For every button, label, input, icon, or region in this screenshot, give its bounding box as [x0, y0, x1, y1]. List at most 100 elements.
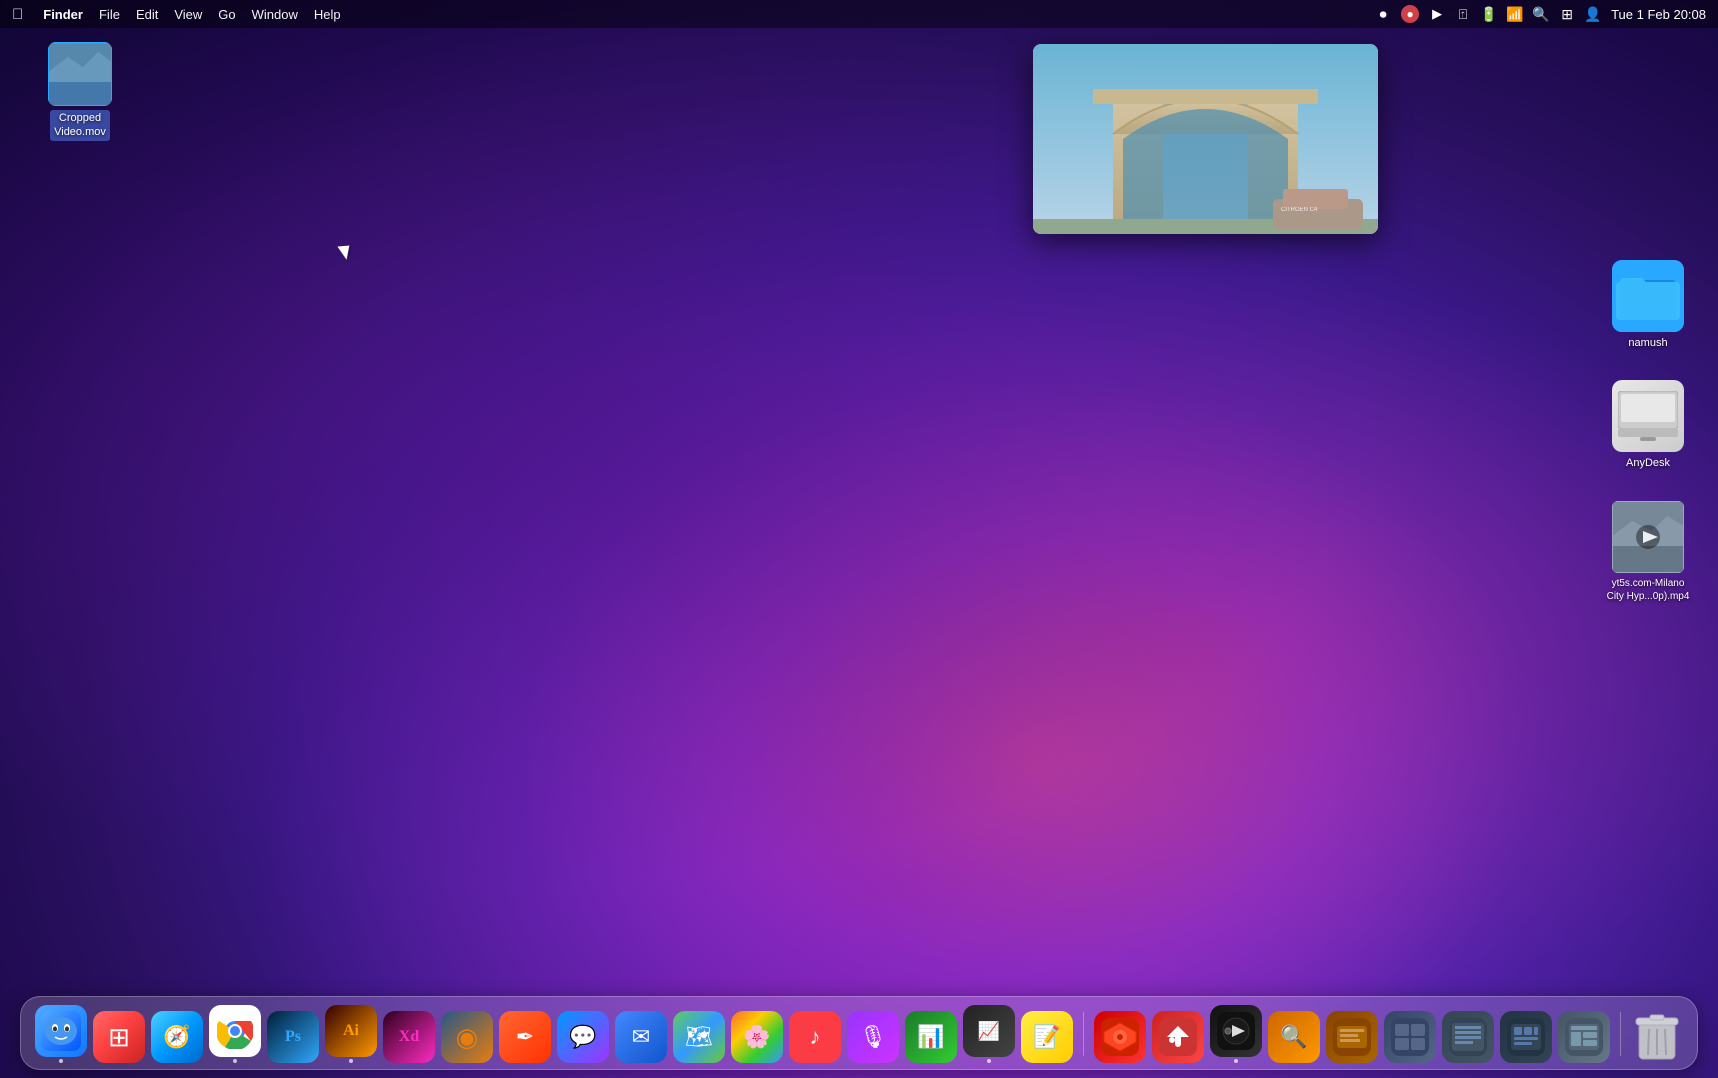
- dock-chrome[interactable]: [209, 1005, 261, 1063]
- finalcut-dot: [1234, 1059, 1238, 1063]
- activity-dot: [987, 1059, 991, 1063]
- dock-photos[interactable]: 🌸: [731, 1011, 783, 1063]
- record-icon[interactable]: ⏺: [1375, 6, 1391, 22]
- dock-blender[interactable]: ◉: [441, 1011, 493, 1063]
- controlcenter-icon[interactable]: ⊞: [1559, 6, 1575, 22]
- dock-util3[interactable]: [1442, 1011, 1494, 1063]
- namush-icon[interactable]: namush: [1598, 260, 1698, 350]
- screenrecord-icon[interactable]: ●: [1401, 5, 1419, 23]
- video-thumb-art: [48, 42, 112, 106]
- menubar-app-name[interactable]: Finder: [43, 7, 83, 22]
- menubar-view[interactable]: View: [174, 7, 202, 22]
- proxyman-app-icon: 🔍: [1268, 1011, 1320, 1063]
- dock-git[interactable]: [1152, 1011, 1204, 1063]
- dock-trash[interactable]: [1631, 1011, 1683, 1063]
- dock-xd[interactable]: Xd: [383, 1011, 435, 1063]
- dock-util1[interactable]: [1326, 1011, 1378, 1063]
- illustrator-dot: [349, 1059, 353, 1063]
- notification-icon[interactable]: ⍐: [1455, 6, 1471, 22]
- anydesk-icon[interactable]: AnyDesk: [1598, 380, 1698, 470]
- pencil-app-icon: ✒: [499, 1011, 551, 1063]
- dock-illustrator[interactable]: Ai: [325, 1005, 377, 1063]
- search-icon[interactable]: 🔍: [1533, 6, 1549, 22]
- menubar-go[interactable]: Go: [218, 7, 235, 22]
- dock-launchpad[interactable]: ⊞: [93, 1011, 145, 1063]
- dock-notes[interactable]: 📝: [1021, 1011, 1073, 1063]
- menubar-window[interactable]: Window: [252, 7, 298, 22]
- maps-app-icon: 🗺: [673, 1011, 725, 1063]
- namush-label: namush: [1628, 336, 1667, 350]
- dock-safari[interactable]: 🧭: [151, 1011, 203, 1063]
- dock-photoshop[interactable]: Ps: [267, 1011, 319, 1063]
- finder-app-icon: [35, 1005, 87, 1057]
- battery-icon[interactable]: 🔋: [1481, 6, 1497, 22]
- util4-app-icon: [1500, 1011, 1552, 1063]
- right-desktop-icons: namush AnyDesk: [1598, 260, 1698, 603]
- dock-util4[interactable]: [1500, 1011, 1552, 1063]
- dock-finder[interactable]: [35, 1005, 87, 1063]
- numbers-app-icon: 📊: [905, 1011, 957, 1063]
- play-icon[interactable]: ▶: [1429, 6, 1445, 22]
- dock-messenger[interactable]: 💬: [557, 1011, 609, 1063]
- dock-separator: [1083, 1012, 1084, 1056]
- dock-separator-2: [1620, 1012, 1621, 1056]
- launchpad-app-icon: ⊞: [93, 1011, 145, 1063]
- mp4-file-icon[interactable]: yt5s.com-MilanoCity Hyp...0p).mp4: [1598, 501, 1698, 603]
- dock-finalcut[interactable]: [1210, 1005, 1262, 1063]
- messenger-app-icon: 💬: [557, 1011, 609, 1063]
- git-app-icon: [1152, 1011, 1204, 1063]
- blender-app-icon: ◉: [441, 1011, 493, 1063]
- music-app-icon: ♪: [789, 1011, 841, 1063]
- wifi-icon[interactable]: 📶: [1507, 6, 1523, 22]
- menubar-left:  Finder File Edit View Go Window Help: [12, 6, 341, 23]
- anydesk-label: AnyDesk: [1626, 456, 1670, 470]
- xd-app-icon: Xd: [383, 1011, 435, 1063]
- menubar-file[interactable]: File: [99, 7, 120, 22]
- dock-util2[interactable]: [1384, 1011, 1436, 1063]
- dock-maps[interactable]: 🗺: [673, 1011, 725, 1063]
- menubar-clock: Tue 1 Feb 20:08: [1611, 7, 1706, 22]
- namush-folder-box: [1612, 260, 1684, 332]
- mp4-label: yt5s.com-MilanoCity Hyp...0p).mp4: [1607, 577, 1690, 603]
- screenconnect-app-icon: [1094, 1011, 1146, 1063]
- menubar-help[interactable]: Help: [314, 7, 341, 22]
- photoshop-app-icon: Ps: [267, 1011, 319, 1063]
- illustrator-app-icon: Ai: [325, 1005, 377, 1057]
- dock-numbers[interactable]: 📊: [905, 1011, 957, 1063]
- menubar-right: ⏺ ● ▶ ⍐ 🔋 📶 🔍 ⊞ 👤 Tue 1 Feb 20:08: [1375, 5, 1706, 23]
- cropped-video-label: CroppedVideo.mov: [50, 110, 110, 141]
- dock-mail[interactable]: ✉: [615, 1011, 667, 1063]
- dock-proxyman[interactable]: 🔍: [1268, 1011, 1320, 1063]
- cropped-video-icon[interactable]: CroppedVideo.mov: [35, 42, 125, 141]
- user-icon[interactable]: 👤: [1585, 6, 1601, 22]
- finder-dot: [59, 1059, 63, 1063]
- anydesk-art: [1612, 380, 1684, 452]
- apple-menu[interactable]: : [12, 6, 23, 23]
- desktop:  Finder File Edit View Go Window Help ⏺…: [0, 0, 1718, 1078]
- finalcut-app-icon: [1210, 1005, 1262, 1057]
- dock-screenconnect[interactable]: [1094, 1011, 1146, 1063]
- mp4-file-box: [1612, 501, 1684, 573]
- photos-app-icon: 🌸: [731, 1011, 783, 1063]
- background-decoration: [0, 0, 1718, 1078]
- util1-app-icon: [1326, 1011, 1378, 1063]
- dock-util5[interactable]: [1558, 1011, 1610, 1063]
- video-preview-window[interactable]: CITROEN C4: [1033, 44, 1378, 234]
- safari-app-icon: 🧭: [151, 1011, 203, 1063]
- util5-app-icon: [1558, 1011, 1610, 1063]
- dock-music[interactable]: ♪: [789, 1011, 841, 1063]
- dock-pencil[interactable]: ✒: [499, 1011, 551, 1063]
- util3-app-icon: [1442, 1011, 1494, 1063]
- util2-app-icon: [1384, 1011, 1436, 1063]
- chrome-dot: [233, 1059, 237, 1063]
- mp4-art: [1612, 501, 1684, 573]
- cropped-video-thumbnail: [48, 42, 112, 106]
- menubar-edit[interactable]: Edit: [136, 7, 158, 22]
- chrome-app-icon: [209, 1005, 261, 1057]
- mail-app-icon: ✉: [615, 1011, 667, 1063]
- dock-activity[interactable]: 📈: [963, 1005, 1015, 1063]
- menubar:  Finder File Edit View Go Window Help ⏺…: [0, 0, 1718, 28]
- video-thumb-inner: [48, 42, 112, 106]
- dock-podcasts[interactable]: 🎙: [847, 1011, 899, 1063]
- mouse-cursor: [337, 246, 350, 261]
